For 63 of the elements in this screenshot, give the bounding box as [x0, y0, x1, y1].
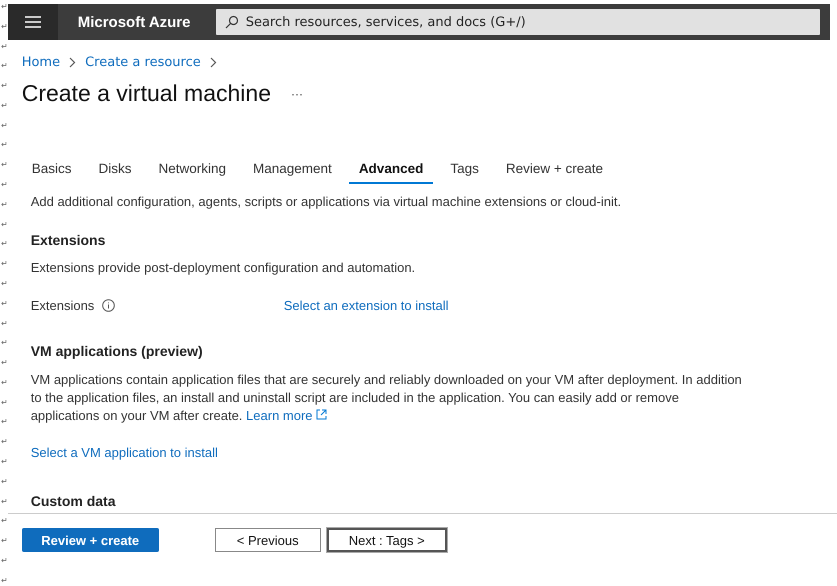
breadcrumb-link[interactable]: Create a resource: [85, 54, 201, 70]
paragraph-mark: ↵: [0, 476, 8, 487]
paragraph-mark: ↵: [0, 556, 8, 566]
paragraph-mark: ↵: [0, 318, 8, 328]
paragraph-mark: ↵: [0, 536, 8, 546]
footer-button[interactable]: Review + create: [22, 528, 159, 552]
paragraph-mark: ↵: [0, 200, 8, 210]
chevron-icon: [69, 56, 76, 68]
paragraph-mark: ↵: [0, 338, 8, 348]
tab[interactable]: Networking: [148, 157, 236, 184]
paragraph-mark: ↵: [0, 220, 8, 230]
info-icon: [102, 299, 116, 312]
paragraph-mark: ↵: [0, 398, 8, 408]
tab[interactable]: Tags: [440, 157, 489, 184]
paragraph-mark: ↵: [0, 259, 8, 270]
paragraph-mark: ↵: [0, 378, 8, 388]
more-button[interactable]: ···: [291, 86, 303, 100]
section-heading: Extensions: [30, 232, 106, 248]
tab[interactable]: Advanced: [348, 157, 434, 184]
vm-application-link[interactable]: Select a VM application to install: [30, 445, 837, 460]
section-heading: VM applications (preview): [30, 343, 204, 359]
menu-button[interactable]: [8, 4, 58, 40]
paragraph-mark: ↵: [0, 516, 8, 526]
paragraph-mark: ↵: [0, 417, 8, 428]
paragraph-mark: ↵: [0, 61, 8, 72]
page-title: Create a virtual machine: [22, 80, 271, 107]
paragraph-mark: ↵: [0, 160, 8, 170]
intro-text: Add additional configuration, agents, scripts or applications via virtual machine extensions or cloud-init.: [30, 194, 622, 209]
paragraph-mark: ↵: [0, 120, 8, 131]
tab[interactable]: Review + create: [496, 157, 614, 184]
paragraph-mark: ↵: [0, 22, 8, 32]
tab[interactable]: Management: [243, 157, 342, 184]
tab[interactable]: Basics: [22, 157, 82, 184]
paragraph-mark: ↵: [0, 2, 8, 12]
paragraph-mark: ↵: [0, 437, 8, 448]
chevron-icon: [210, 56, 217, 68]
footer-button[interactable]: < Previous: [214, 528, 321, 552]
search-field[interactable]: Search resources, services, and docs (G+/): [216, 9, 820, 35]
paragraph-mark: ↵: [0, 358, 8, 368]
footer-button[interactable]: Next : Tags >: [326, 528, 447, 552]
menu-icon: [24, 16, 41, 28]
paragraph-mark: ↵: [0, 298, 8, 309]
paragraph-mark: ↵: [0, 239, 8, 250]
search-icon: [224, 15, 239, 29]
external-link-icon: [316, 409, 328, 420]
learn-more-link[interactable]: Learn more: [246, 408, 328, 423]
field-label: Extensions: [30, 298, 94, 313]
paragraph-mark: ↵: [0, 140, 8, 150]
paragraph-mark: ↵: [0, 180, 8, 190]
section-description: Extensions provide post-deployment configuration and automation.: [30, 260, 416, 275]
section-heading: Custom data: [30, 493, 117, 509]
brand-name: Microsoft Azure: [76, 14, 192, 30]
paragraph-mark: ↵: [0, 278, 8, 289]
paragraph-mark: ↵: [0, 496, 8, 507]
paragraph-mark: ↵: [0, 81, 8, 92]
paragraph-mark: ↵: [0, 576, 8, 586]
tab[interactable]: Disks: [88, 157, 142, 184]
section-description: VM applications contain application files that are securely and reliably downloaded on your VM after deployment. In addition to the application files, an install and uninstall script are included in the application. You can easily add or remove applications on your VM after create. Learn more: [30, 371, 743, 425]
breadcrumb-link[interactable]: Home: [22, 54, 60, 70]
extension-link[interactable]: Select an extension to install: [284, 298, 448, 313]
paragraph-mark: ↵: [0, 456, 8, 467]
paragraph-mark: ↵: [0, 100, 8, 111]
paragraph-mark: ↵: [0, 42, 8, 52]
